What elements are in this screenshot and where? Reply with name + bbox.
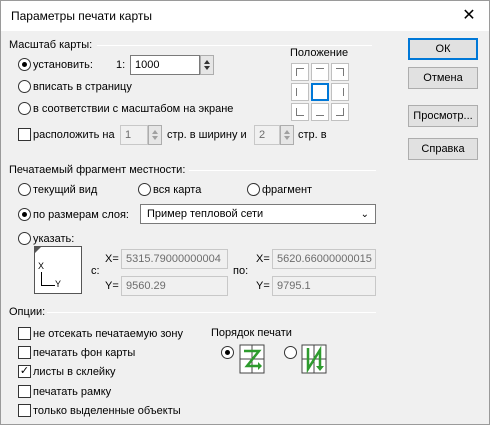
scale-separator (97, 45, 372, 46)
position-grid (291, 63, 351, 123)
glue-sheets-checkbox[interactable]: ✓ (18, 365, 31, 378)
position-label: Положение (290, 47, 349, 59)
close-icon[interactable]: ✕ (449, 1, 489, 31)
to-label: по: (233, 265, 249, 277)
scale-set-radio[interactable] (18, 58, 31, 71)
dialog-title: Параметры печати карты (11, 9, 152, 23)
pages-height-label: стр. в (298, 129, 327, 141)
position-center[interactable] (311, 83, 329, 101)
place-on-pages-checkbox[interactable] (18, 128, 31, 141)
scale-group-label: Масштаб карты: (9, 39, 93, 51)
scale-screen-label: в соответствии с масштабом на экране (33, 103, 234, 115)
position-middle-right[interactable] (331, 83, 349, 101)
no-cut-checkbox[interactable] (18, 327, 31, 340)
position-bottom-left[interactable] (291, 103, 309, 121)
no-cut-label: не отсекать печатаемую зону (33, 328, 183, 340)
glue-sheets-label: листы в склейку (33, 366, 116, 378)
fragment-whole-radio[interactable] (138, 183, 151, 196)
order-columns-radio[interactable] (284, 346, 297, 359)
scale-screen-radio[interactable] (18, 102, 31, 115)
scale-set-label: установить: (33, 59, 93, 71)
pages-height-input[interactable]: 2 (254, 125, 280, 145)
scale-fit-radio[interactable] (18, 80, 31, 93)
options-group-label: Опции: (9, 306, 46, 318)
fragment-current-label: текущий вид (33, 184, 98, 196)
scale-ratio-input[interactable]: 1000 (130, 55, 200, 75)
selected-only-checkbox[interactable] (18, 404, 31, 417)
print-frame-label: печатать рамку (33, 386, 112, 398)
fragment-group-label: Печатаемый фрагмент местности: (9, 164, 186, 176)
order-rows-icon (239, 344, 265, 374)
position-top-left[interactable] (291, 63, 309, 81)
print-order-label: Порядок печати (211, 327, 292, 339)
scale-ratio-prefix: 1: (116, 59, 126, 71)
fragment-specify-label: указать: (33, 233, 75, 245)
selected-only-label: только выделенные объекты (33, 405, 181, 417)
layer-select-value: Пример тепловой сети (147, 208, 264, 220)
fragment-whole-label: вся карта (153, 184, 202, 196)
sheet-axes-icon: X Y (34, 246, 82, 294)
pages-width-label: стр. в ширину и (167, 129, 247, 141)
x-to-label: X= (256, 253, 270, 265)
fragment-custom-label: фрагмент (262, 184, 313, 196)
preview-button[interactable]: Просмотр... (408, 105, 478, 127)
scale-fit-label: вписать в страницу (33, 81, 132, 93)
axis-y-label: Y (55, 279, 62, 289)
layer-select[interactable]: Пример тепловой сети ⌄ (140, 204, 376, 224)
fragment-custom-radio[interactable] (247, 183, 260, 196)
scale-ratio-spinner[interactable] (200, 55, 214, 75)
position-top-center[interactable] (311, 63, 329, 81)
position-top-right[interactable] (331, 63, 349, 81)
cancel-button[interactable]: Отмена (408, 67, 478, 89)
place-on-pages-label: расположить на (33, 129, 115, 141)
y-to-label: Y= (256, 280, 270, 292)
order-columns-icon (301, 344, 327, 374)
options-separator (47, 312, 376, 313)
fragment-layer-label: по размерам слоя: (33, 209, 129, 221)
chevron-down-icon: ⌄ (360, 209, 369, 220)
y-from-label: Y= (105, 280, 119, 292)
x-to-input[interactable]: 5620.66000000015 (272, 249, 376, 269)
print-settings-dialog: Параметры печати карты ✕ Масштаб карты: … (0, 0, 490, 425)
pages-width-spinner[interactable] (148, 125, 162, 145)
x-from-label: X= (105, 253, 119, 265)
position-bottom-center[interactable] (311, 103, 329, 121)
help-button[interactable]: Справка (408, 138, 478, 160)
fragment-separator (189, 170, 376, 171)
fragment-specify-radio[interactable] (18, 232, 31, 245)
pages-width-input[interactable]: 1 (120, 125, 148, 145)
print-bg-checkbox[interactable] (18, 346, 31, 359)
from-label: с: (91, 265, 100, 277)
position-middle-left[interactable] (291, 83, 309, 101)
order-rows-radio[interactable] (221, 346, 234, 359)
y-from-input[interactable]: 9560.29 (121, 276, 228, 296)
pages-height-spinner[interactable] (280, 125, 294, 145)
ok-button[interactable]: ОК (408, 38, 478, 60)
axis-x-label: X (38, 261, 45, 271)
print-frame-checkbox[interactable] (18, 385, 31, 398)
title-bar: Параметры печати карты ✕ (1, 1, 489, 31)
fragment-layer-radio[interactable] (18, 208, 31, 221)
position-bottom-right[interactable] (331, 103, 349, 121)
fragment-current-radio[interactable] (18, 183, 31, 196)
x-from-input[interactable]: 5315.79000000004 (121, 249, 228, 269)
y-to-input[interactable]: 9795.1 (272, 276, 376, 296)
print-bg-label: печатать фон карты (33, 347, 136, 359)
